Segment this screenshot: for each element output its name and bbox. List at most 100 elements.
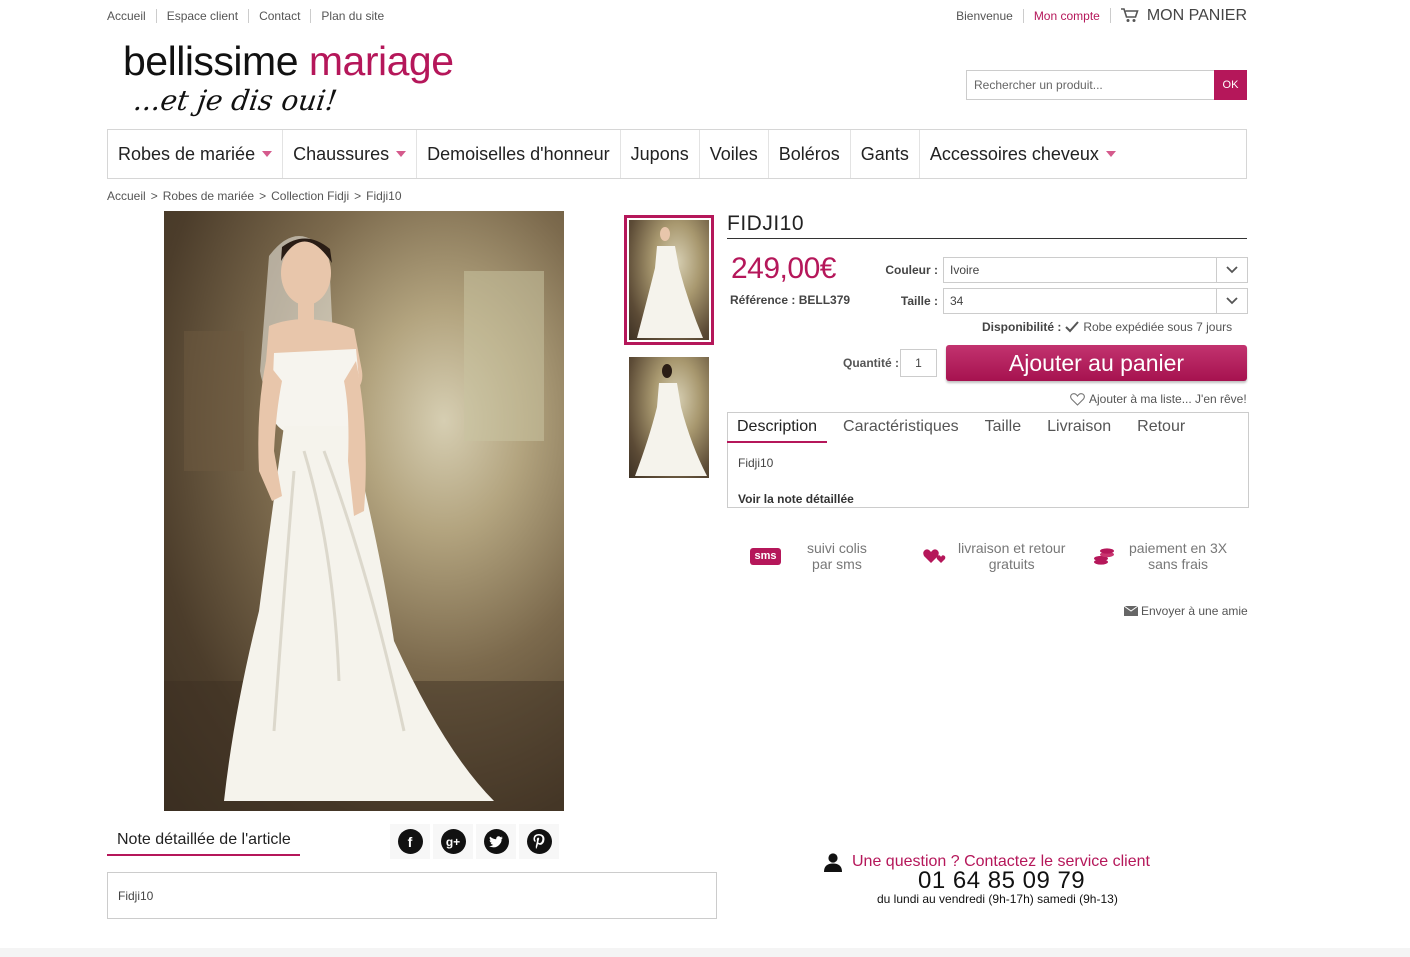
product-tabs: Description Caractéristiques Taille Livr… xyxy=(727,412,1201,443)
product-main-image[interactable] xyxy=(164,211,564,811)
main-nav: Robes de mariée Chaussures Demoiselles d… xyxy=(107,129,1247,179)
account-link[interactable]: Mon compte xyxy=(1022,8,1110,23)
pinterest-share-button[interactable] xyxy=(519,824,559,859)
tab-content-text: Fidji10 xyxy=(738,456,774,470)
feature-text: paiement en 3X sans frais xyxy=(1129,540,1227,572)
hearts-icon xyxy=(923,549,946,563)
search-input[interactable] xyxy=(966,70,1214,100)
nav-label: Boléros xyxy=(778,143,840,164)
feature-text: livraison et retour gratuits xyxy=(958,540,1065,572)
tab-taille[interactable]: Taille xyxy=(975,412,1031,443)
wishlist-label: Ajouter à ma liste... J'en rêve! xyxy=(1089,392,1247,406)
color-select[interactable]: Ivoire xyxy=(943,257,1248,283)
top-link-contact[interactable]: Contact xyxy=(248,9,310,23)
google-plus-icon: g+ xyxy=(440,829,466,854)
search-button[interactable]: OK xyxy=(1214,70,1247,100)
breadcrumb-accueil[interactable]: Accueil xyxy=(107,189,146,203)
cart-label: MON PANIER xyxy=(1146,6,1247,24)
availability: Disponibilité : Robe expédiée sous 7 jou… xyxy=(982,320,1232,334)
welcome-text: Bienvenue xyxy=(956,8,1013,23)
cart-icon xyxy=(1120,8,1139,22)
top-link-plan-du-site[interactable]: Plan du site xyxy=(310,9,394,23)
nav-label: Chaussures xyxy=(293,143,390,164)
quantity-label: Quantité : xyxy=(843,356,899,370)
nav-label: Accessoires cheveux xyxy=(929,143,1099,164)
nav-voiles[interactable]: Voiles xyxy=(700,130,769,178)
nav-accessoires-cheveux[interactable]: Accessoires cheveux xyxy=(920,130,1126,178)
feature-free-delivery: livraison et retour gratuits xyxy=(922,540,1065,572)
size-label: Taille : xyxy=(900,294,938,308)
nav-demoiselles-d-honneur[interactable]: Demoiselles d'honneur xyxy=(417,130,621,178)
wishlist-link[interactable]: Ajouter à ma liste... J'en rêve! xyxy=(1070,392,1247,406)
send-to-friend-link[interactable]: Envoyer à une amie xyxy=(1124,604,1248,618)
google-plus-share-button[interactable]: g+ xyxy=(433,824,473,859)
cart-link[interactable]: MON PANIER xyxy=(1109,6,1247,24)
product-reference: Référence : BELL379 xyxy=(730,293,850,307)
breadcrumb-collection-fidji[interactable]: Collection Fidji xyxy=(271,189,349,203)
breadcrumb-separator: > xyxy=(354,189,362,203)
logo-word-1: bellissime xyxy=(123,38,299,84)
tab-caracteristiques[interactable]: Caractéristiques xyxy=(833,412,969,443)
breadcrumb-separator: > xyxy=(150,189,158,203)
color-option-row: Couleur : Ivoire xyxy=(858,257,1248,283)
availability-label: Disponibilité : xyxy=(982,320,1062,334)
coins-icon xyxy=(1094,548,1114,565)
twitter-icon xyxy=(483,829,509,854)
facebook-share-button[interactable]: f xyxy=(390,824,430,859)
thumbnail-dress-illustration xyxy=(637,227,703,338)
thumbnail-front[interactable] xyxy=(624,215,714,345)
top-link-espace-client[interactable]: Espace client xyxy=(155,9,248,23)
feature-sms-tracking: sms suivi colis par sms xyxy=(750,540,867,572)
nav-label: Jupons xyxy=(630,143,689,164)
feature-line-1: suivi colis xyxy=(807,540,867,556)
logo-tagline: ...et je dis oui! xyxy=(131,84,340,117)
detailed-note-heading: Note détaillée de l'article xyxy=(107,828,300,856)
user-links: Bienvenue Mon compte MON PANIER xyxy=(946,6,1247,24)
product-title: FIDJI10 xyxy=(727,212,1247,239)
tab-livraison[interactable]: Livraison xyxy=(1037,412,1121,443)
dress-photo-illustration xyxy=(164,236,564,811)
thumbnail-image xyxy=(629,357,709,478)
add-to-cart-button[interactable]: Ajouter au panier xyxy=(946,345,1247,381)
feature-line-1: paiement en 3X xyxy=(1129,540,1228,556)
breadcrumb-separator: > xyxy=(259,189,267,203)
size-option-row: Taille : 34 xyxy=(858,288,1248,314)
see-detailed-note-link[interactable]: Voir la note détaillée xyxy=(738,492,854,506)
detailed-note-content: Fidji10 xyxy=(107,872,717,919)
color-label: Couleur : xyxy=(885,263,938,277)
sms-icon: sms xyxy=(750,547,781,565)
nav-jupons[interactable]: Jupons xyxy=(621,130,700,178)
size-selected-value: 34 xyxy=(950,294,964,308)
logo-word-2: mariage xyxy=(308,38,454,84)
reference-label: Référence : xyxy=(730,293,796,307)
feature-line-2: sans frais xyxy=(1148,556,1208,572)
checkmark-icon xyxy=(1065,321,1080,333)
thumbnail-dress-illustration xyxy=(635,364,707,476)
thumbnail-back[interactable] xyxy=(629,357,709,478)
envelope-icon xyxy=(1124,606,1138,616)
nav-robes-de-mariee[interactable]: Robes de mariée xyxy=(108,130,284,178)
breadcrumb: Accueil > Robes de mariée > Collection F… xyxy=(107,189,402,203)
dropdown-caret-icon xyxy=(1105,151,1116,157)
footer-divider xyxy=(0,948,1410,957)
top-link-accueil[interactable]: Accueil xyxy=(107,9,156,23)
size-select[interactable]: 34 xyxy=(943,288,1248,314)
contact-hours: du lundi au vendredi (9h-17h) samedi (9h… xyxy=(877,892,1118,906)
nav-gants[interactable]: Gants xyxy=(851,130,920,178)
thumbnail-image xyxy=(629,220,709,340)
nav-label: Robes de mariée xyxy=(118,143,256,164)
color-selected-value: Ivoire xyxy=(950,263,980,277)
feature-line-2: par sms xyxy=(812,556,862,572)
quantity-input[interactable]: 1 xyxy=(900,349,937,377)
twitter-share-button[interactable] xyxy=(476,824,516,859)
heart-icon xyxy=(1070,392,1085,406)
product-price: 249,00€ xyxy=(731,252,836,285)
tab-description[interactable]: Description xyxy=(727,412,828,443)
feature-line-2: gratuits xyxy=(988,556,1035,572)
logo[interactable]: bellissime mariage xyxy=(123,38,454,85)
breadcrumb-robes-de-mariee[interactable]: Robes de mariée xyxy=(163,189,254,203)
tab-retour[interactable]: Retour xyxy=(1127,412,1195,443)
availability-value: Robe expédiée sous 7 jours xyxy=(1083,320,1233,334)
nav-chaussures[interactable]: Chaussures xyxy=(283,130,418,178)
nav-boleros[interactable]: Boléros xyxy=(769,130,851,178)
